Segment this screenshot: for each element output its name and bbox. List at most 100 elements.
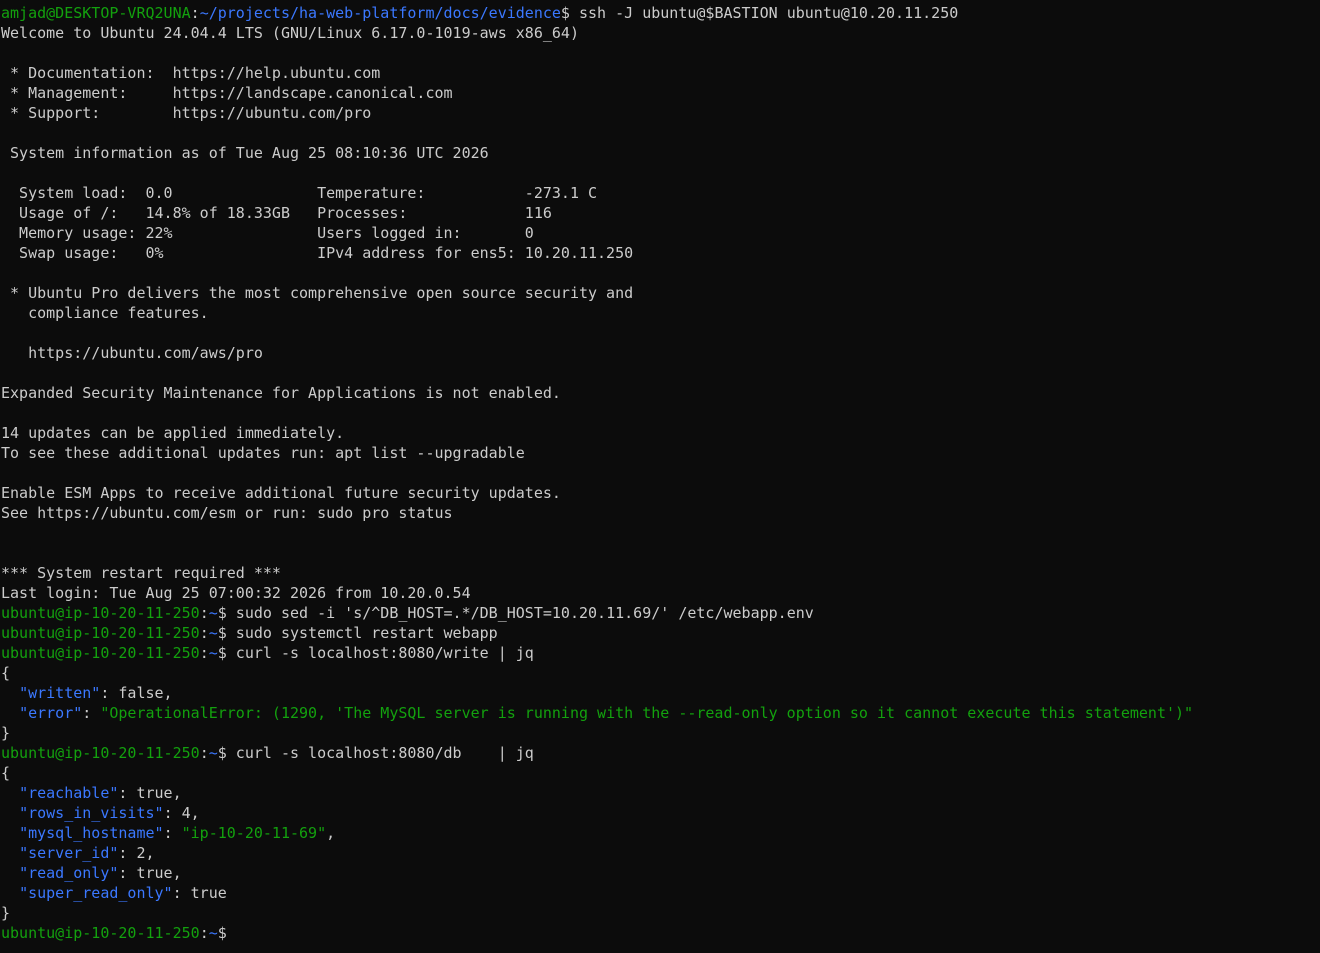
terminal-text-segment: * Ubuntu Pro delivers the most comprehen… xyxy=(1,284,634,302)
terminal-text-segment: "rows_in_visits" xyxy=(19,804,164,822)
terminal-text-segment: Welcome to Ubuntu 24.04.4 LTS (GNU/Linux… xyxy=(1,24,579,42)
terminal-text-segment: : 4, xyxy=(163,804,200,822)
terminal-line: "mysql_hostname": "ip-10-20-11-69", xyxy=(1,823,1320,843)
terminal-text-segment: ubuntu@ip-10-20-11-250 xyxy=(1,744,200,762)
terminal-line: ubuntu@ip-10-20-11-250:~$ sudo sed -i 's… xyxy=(1,603,1320,623)
terminal-text-segment: : xyxy=(190,4,200,22)
terminal-text-segment: ubuntu@ip-10-20-11-250 xyxy=(1,644,200,662)
terminal-input-cursor[interactable] xyxy=(227,924,236,942)
terminal-text-segment: { xyxy=(1,764,11,782)
terminal-text-segment: "super_read_only" xyxy=(19,884,173,902)
terminal-text-segment: ~ xyxy=(208,624,218,642)
terminal-line: See https://ubuntu.com/esm or run: sudo … xyxy=(1,503,1320,523)
terminal-line: "super_read_only": true xyxy=(1,883,1320,903)
terminal-text-segment: Enable ESM Apps to receive additional fu… xyxy=(1,484,561,502)
terminal-text-segment: * Management: https://landscape.canonica… xyxy=(1,84,453,102)
terminal-line: Last login: Tue Aug 25 07:00:32 2026 fro… xyxy=(1,583,1320,603)
terminal-text-segment: : true xyxy=(172,884,227,902)
terminal-line: Usage of /: 14.8% of 18.33GB Processes: … xyxy=(1,203,1320,223)
terminal-line: compliance features. xyxy=(1,303,1320,323)
terminal-line: ubuntu@ip-10-20-11-250:~$ curl -s localh… xyxy=(1,743,1320,763)
terminal-text-segment: 14 updates can be applied immediately. xyxy=(1,424,345,442)
terminal-text-segment: "written" xyxy=(19,684,101,702)
terminal-text-segment: ubuntu@ip-10-20-11-250 xyxy=(1,604,200,622)
terminal-text-segment: : true, xyxy=(118,864,182,882)
terminal-text-segment: : xyxy=(199,604,209,622)
terminal-text-segment: Last login: Tue Aug 25 07:00:32 2026 fro… xyxy=(1,584,471,602)
terminal-line: Memory usage: 22% Users logged in: 0 xyxy=(1,223,1320,243)
terminal-line: System load: 0.0 Temperature: -273.1 C xyxy=(1,183,1320,203)
terminal-text-segment: ~/projects/ha-web-platform/docs/evidence xyxy=(199,4,561,22)
terminal-window[interactable]: amjad@DESKTOP-VRQ2UNA:~/projects/ha-web-… xyxy=(0,0,1320,953)
terminal-line: ubuntu@ip-10-20-11-250:~$ sudo systemctl… xyxy=(1,623,1320,643)
terminal-text-segment: System load: 0.0 Temperature: -273.1 C xyxy=(1,184,598,202)
terminal-line: *** System restart required *** xyxy=(1,563,1320,583)
terminal-text-segment: compliance features. xyxy=(1,304,209,322)
terminal-line: } xyxy=(1,723,1320,743)
terminal-line: Welcome to Ubuntu 24.04.4 LTS (GNU/Linux… xyxy=(1,23,1320,43)
terminal-text-segment: ~ xyxy=(208,644,218,662)
terminal-line: To see these additional updates run: apt… xyxy=(1,443,1320,463)
terminal-text-segment: } xyxy=(1,724,11,742)
terminal-text-segment: Expanded Security Maintenance for Applic… xyxy=(1,384,561,402)
terminal-text-segment: $ sudo sed -i 's/^DB_HOST=.*/DB_HOST=10.… xyxy=(217,604,814,622)
terminal-text-segment: * Support: https://ubuntu.com/pro xyxy=(1,104,372,122)
terminal-line: Enable ESM Apps to receive additional fu… xyxy=(1,483,1320,503)
terminal-text-segment: Memory usage: 22% Users logged in: 0 xyxy=(1,224,534,242)
terminal-text-segment: : xyxy=(199,624,209,642)
terminal-line: ubuntu@ip-10-20-11-250:~$ curl -s localh… xyxy=(1,643,1320,663)
terminal-line: * Management: https://landscape.canonica… xyxy=(1,83,1320,103)
terminal-text-segment: https://ubuntu.com/aws/pro xyxy=(1,344,263,362)
prompt-user: ubuntu@ip-10-20-11-250 xyxy=(1,924,200,942)
terminal-text-segment: *** System restart required *** xyxy=(1,564,281,582)
terminal-line: { xyxy=(1,763,1320,783)
terminal-line: 14 updates can be applied immediately. xyxy=(1,423,1320,443)
terminal-text-segment: System information as of Tue Aug 25 08:1… xyxy=(1,144,489,162)
terminal-text-segment: $ ssh -J ubuntu@$BASTION ubuntu@10.20.11… xyxy=(560,4,959,22)
prompt-separator: : xyxy=(199,924,209,942)
terminal-text-segment: { xyxy=(1,664,11,682)
terminal-text-segment: "error" xyxy=(19,704,83,722)
terminal-text-segment: See https://ubuntu.com/esm or run: sudo … xyxy=(1,504,453,522)
terminal-text-segment: : xyxy=(199,744,209,762)
prompt-symbol: $ xyxy=(217,924,227,942)
terminal-text-segment: "mysql_hostname" xyxy=(19,824,164,842)
terminal-line: { xyxy=(1,663,1320,683)
terminal-text-segment: ~ xyxy=(208,604,218,622)
terminal-text-segment: ubuntu@ip-10-20-11-250 xyxy=(1,624,200,642)
terminal-text-segment: $ sudo systemctl restart webapp xyxy=(217,624,498,642)
terminal-text-segment: : xyxy=(163,824,182,842)
current-prompt-line[interactable]: ubuntu@ip-10-20-11-250:~$ xyxy=(1,923,1320,943)
terminal-line: "error": "OperationalError: (1290, 'The … xyxy=(1,703,1320,723)
terminal-line: https://ubuntu.com/aws/pro xyxy=(1,343,1320,363)
terminal-line: * Documentation: https://help.ubuntu.com xyxy=(1,63,1320,83)
terminal-text-segment: "ip-10-20-11-69" xyxy=(181,824,327,842)
terminal-line: "reachable": true, xyxy=(1,783,1320,803)
terminal-text-segment: , xyxy=(326,824,336,842)
prompt-path: ~ xyxy=(208,924,218,942)
terminal-text-segment: ~ xyxy=(208,744,218,762)
terminal-text-segment: "OperationalError: (1290, 'The MySQL ser… xyxy=(100,704,1194,722)
terminal-text-segment: To see these additional updates run: apt… xyxy=(1,444,525,462)
terminal-text-segment: "read_only" xyxy=(19,864,119,882)
terminal-text-segment: : xyxy=(199,644,209,662)
terminal-text-segment: } xyxy=(1,904,11,922)
terminal-text-segment: "reachable" xyxy=(19,784,119,802)
terminal-text-segment: : true, xyxy=(118,784,182,802)
terminal-text-segment: amjad@DESKTOP-VRQ2UNA xyxy=(1,4,191,22)
terminal-text-segment: "server_id" xyxy=(19,844,119,862)
